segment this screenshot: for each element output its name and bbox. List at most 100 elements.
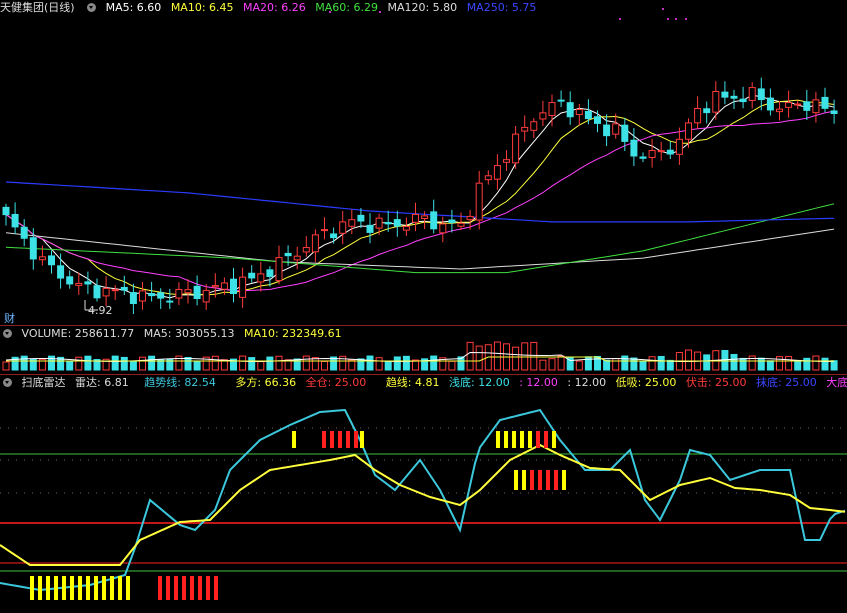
volume-panel [2, 341, 838, 371]
volume-bar [666, 359, 674, 371]
candle-body [184, 289, 192, 294]
candle-body [666, 149, 674, 155]
signal-dot [675, 18, 677, 20]
candle-body [712, 90, 720, 113]
candle-body [330, 233, 338, 239]
volume-bar [311, 357, 319, 371]
bottom-signal-bar [182, 576, 186, 600]
signal-bar [338, 431, 342, 448]
candle-body [93, 285, 101, 299]
candle-body [75, 282, 83, 286]
signal-bar [522, 470, 526, 490]
candle-body [685, 122, 692, 140]
candle-body [594, 116, 601, 124]
volume-bar [184, 356, 192, 371]
signal-bar [520, 431, 524, 448]
volume-bar [266, 356, 274, 371]
candle-body [193, 285, 201, 300]
volume-bar [639, 360, 647, 371]
candle-body [421, 215, 429, 220]
signal-bar [330, 431, 334, 448]
bottom-signal-bar [78, 576, 82, 600]
signal-bar [360, 431, 364, 448]
signal-bar [292, 431, 296, 448]
bottom-signal-bar [198, 576, 202, 600]
volume-bar [239, 355, 247, 371]
bottom-signal-bar [126, 576, 130, 600]
candle-body [84, 281, 92, 285]
signal-bar [354, 431, 358, 448]
bottom-signal-bar [86, 576, 90, 600]
signal-dot [329, 11, 331, 13]
volume-bar [302, 355, 310, 371]
candle-body [211, 285, 219, 288]
volume-bar [493, 341, 501, 371]
volume-bar [211, 355, 219, 371]
signal-bar [544, 431, 548, 448]
signal-bar [536, 431, 540, 448]
radar-panel [0, 408, 847, 600]
signal-bar [530, 470, 534, 490]
signal-bar [554, 470, 558, 490]
volume-bar [466, 341, 474, 371]
bottom-signal-bar [30, 576, 34, 600]
volume-bar [539, 359, 547, 371]
volume-bar [575, 360, 583, 371]
candle-body [539, 112, 547, 120]
candle-body [29, 237, 37, 260]
volume-bar [257, 361, 265, 371]
volume-bar [384, 360, 392, 371]
volume-bar [475, 345, 483, 371]
candle-body [648, 150, 656, 158]
volume-bar [275, 355, 283, 371]
candle-body [166, 300, 174, 303]
candle-body [148, 293, 156, 297]
candle-body [311, 234, 319, 253]
candle-body [739, 98, 747, 103]
candle-body [703, 108, 711, 114]
volume-bar [612, 358, 620, 371]
candle-body [393, 219, 401, 227]
volume-bar [111, 355, 119, 371]
candle-body [11, 213, 19, 228]
candle-body [675, 138, 683, 155]
candle-body [302, 247, 310, 253]
candle-body [603, 124, 611, 137]
candle-body [821, 96, 829, 109]
bottom-signal-bar [110, 576, 114, 600]
volume-bar [757, 357, 765, 371]
candle-body [803, 101, 811, 111]
bottom-signal-bar [214, 576, 218, 600]
volume-bar [402, 355, 410, 371]
candle-body [548, 102, 556, 116]
bottom-signal-bar [174, 576, 178, 600]
candle-body [639, 156, 647, 159]
candle-body [721, 91, 729, 98]
candle-body [348, 219, 356, 227]
signal-bar [322, 431, 326, 448]
volume-bar [375, 357, 383, 371]
bottom-signal-bar [70, 576, 74, 600]
bottom-signal-bar [166, 576, 170, 600]
candle-body [102, 287, 110, 297]
candle-body [566, 102, 574, 118]
candle-body [257, 273, 265, 283]
candle-body [757, 88, 765, 101]
signal-bar [514, 470, 518, 490]
candle-body [157, 292, 165, 299]
candle-body [366, 224, 374, 233]
candle-body [785, 102, 793, 108]
volume-bar [830, 360, 838, 371]
candle-body [339, 221, 347, 234]
volume-bar [766, 360, 774, 371]
volume-bar [821, 357, 829, 371]
volume-bar [621, 355, 629, 371]
bottom-signal-bar [206, 576, 210, 600]
candle-body [493, 165, 501, 180]
volume-bar [703, 354, 711, 371]
candle-body [175, 288, 183, 299]
bottom-signal-bar [102, 576, 106, 600]
candle-body [621, 124, 629, 142]
candle-body [503, 159, 510, 163]
candle-body [38, 256, 46, 261]
